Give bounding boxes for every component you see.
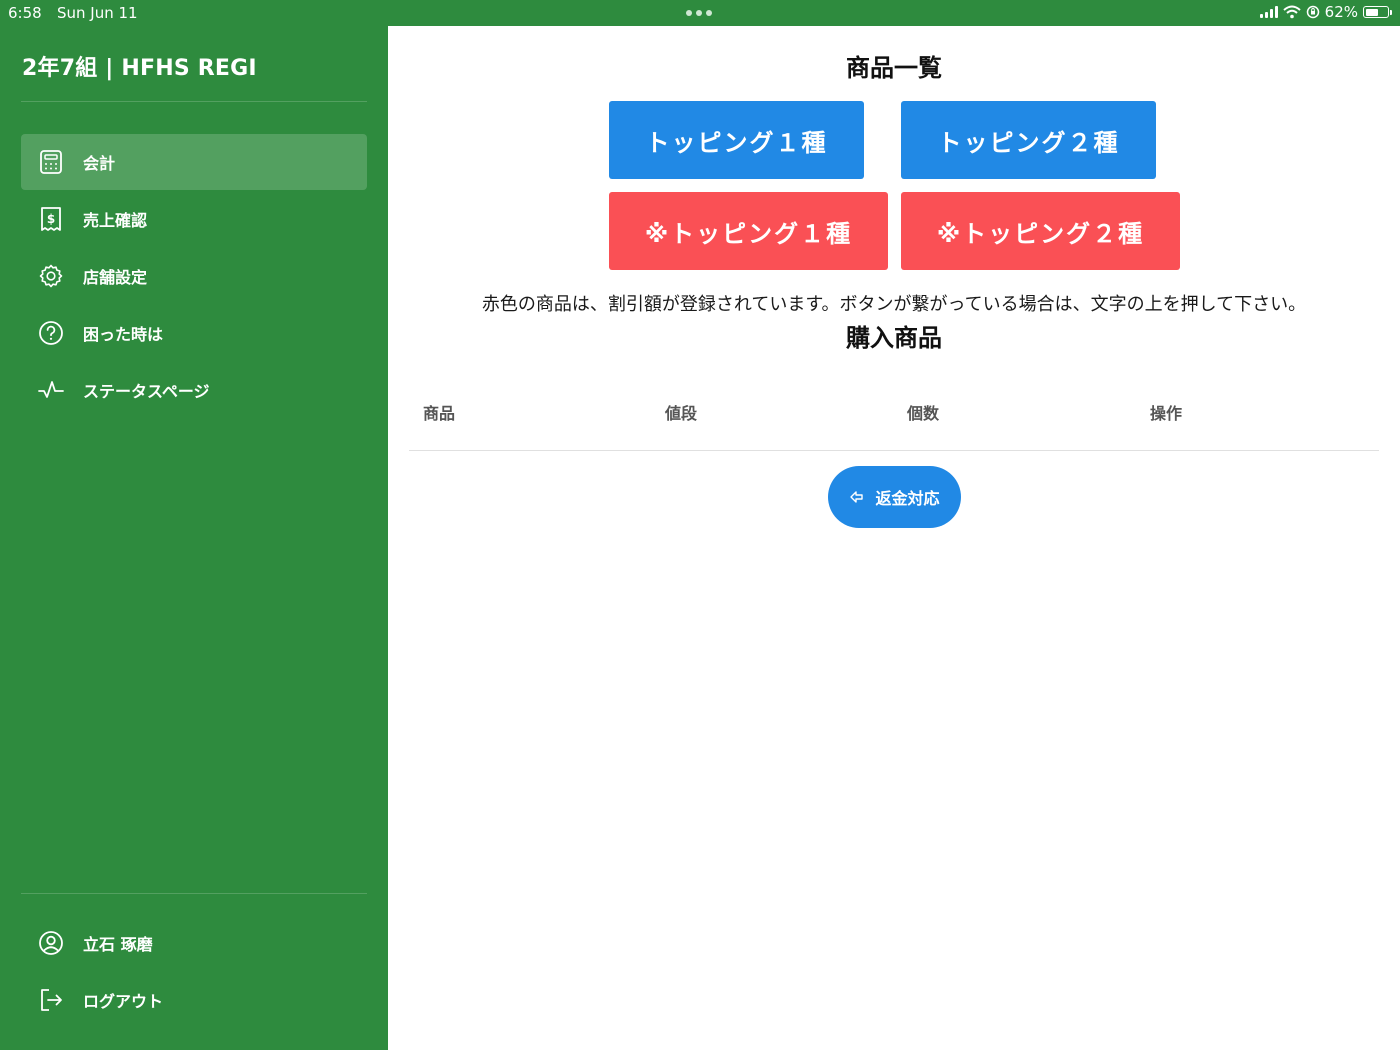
sidebar-item-logout[interactable]: ログアウト [21,972,367,1028]
sidebar-item-label: 困った時は [83,325,164,344]
app-title: 2年7組 | HFHS REGI [22,56,257,81]
activity-icon [38,377,64,403]
sidebar-divider-bottom [21,893,367,894]
sidebar-nav: 会計 $ 売上確認 店舗設定 困った時は ステータスページ [21,134,367,419]
sidebar-item-user-profile[interactable]: 立石 琢磨 [21,915,367,971]
cellular-signal-icon [1259,6,1278,18]
column-header-price: 値段 [665,404,698,423]
logout-icon [38,987,64,1013]
status-date: Sun Jun 11 [57,4,138,22]
orientation-lock-icon [1306,5,1319,19]
multitasking-dots-icon[interactable] [686,10,712,16]
gear-icon [38,263,64,289]
sidebar-bottom-nav: 立石 琢磨 ログアウト [21,915,367,1029]
status-indicators: 62% [1259,3,1392,21]
discount-notice: 赤色の商品は、割引額が登録されています。ボタンが繋がっている場合は、文字の上を押… [481,294,1307,315]
sidebar-item-label: 売上確認 [83,211,148,230]
status-time: 6:58 [8,4,42,22]
sidebar-item-label: ログアウト [83,992,164,1011]
calculator-icon [38,149,64,175]
sidebar-item-label: 店舗設定 [83,268,148,287]
sidebar-divider-top [21,101,367,102]
sidebar-item-label: ステータスページ [83,382,210,401]
refund-label: 返金対応 [875,489,940,508]
sidebar-item-status-page[interactable]: ステータスページ [21,362,367,418]
main-content: 商品一覧 トッピング１種 トッピング２種 ※トッピング１種 ※トッピング２種 赤… [388,26,1400,1050]
sidebar-item-sales[interactable]: $ 売上確認 [21,191,367,247]
sidebar-item-label: 会計 [83,154,116,173]
column-header-actions: 操作 [1150,404,1183,423]
product-list-title: 商品一覧 [846,54,942,82]
product-button-topping-1[interactable]: トッピング１種 [609,101,864,179]
help-circle-icon [38,320,64,346]
purchase-title: 購入商品 [846,324,942,352]
purchase-table-header: 商品 値段 個数 操作 [409,386,1379,451]
product-button-topping-2[interactable]: トッピング２種 [901,101,1156,179]
receipt-icon: $ [38,206,64,232]
sidebar-item-label: 立石 琢磨 [83,935,153,954]
battery-icon [1363,6,1389,18]
sidebar-item-store-settings[interactable]: 店舗設定 [21,248,367,304]
battery-percent: 62% [1324,3,1358,21]
sidebar: 2年7組 | HFHS REGI 会計 $ 売上確認 店舗設定 困った時は ステ… [0,26,388,1050]
svg-text:$: $ [47,212,55,226]
product-button-discount-topping-1[interactable]: ※トッピング１種 [609,192,888,270]
refund-button[interactable]: 返金対応 [828,466,961,528]
column-header-product: 商品 [423,404,456,423]
sidebar-item-checkout[interactable]: 会計 [21,134,367,190]
column-header-quantity: 個数 [907,404,940,423]
product-button-discount-topping-2[interactable]: ※トッピング２種 [901,192,1180,270]
wifi-icon [1282,5,1301,19]
arrow-left-icon [850,491,864,503]
sidebar-item-help[interactable]: 困った時は [21,305,367,361]
status-bar: 6:58 Sun Jun 11 62% [0,0,1400,26]
user-circle-icon [38,930,64,956]
